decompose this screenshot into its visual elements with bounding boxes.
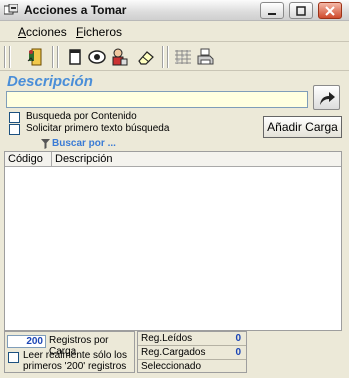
redo-arrow-icon <box>319 91 335 105</box>
window-title: Acciones a Tomar <box>24 3 127 17</box>
toolbar-separator <box>162 46 164 68</box>
column-divider[interactable] <box>51 152 52 167</box>
column-header-description[interactable]: Descripción <box>55 153 112 165</box>
toolbar-separator <box>167 46 169 68</box>
new-document-button[interactable] <box>64 47 86 67</box>
request-text-first-checkbox[interactable] <box>9 124 20 135</box>
printer-icon <box>197 48 214 65</box>
toolbar-separator <box>4 46 6 68</box>
search-by-link[interactable]: Buscar por ... <box>52 138 116 149</box>
request-text-first-label: Solicitar primero texto búsqueda <box>26 123 170 134</box>
stat-label: Seleccionado <box>141 361 202 372</box>
toolbar-separator <box>57 46 59 68</box>
print-button[interactable] <box>194 47 216 67</box>
stats-panel: Reg.Leídos 0 Reg.Cargados 0 Seleccionado <box>137 331 247 373</box>
minimize-icon <box>268 12 276 15</box>
add-load-button[interactable]: Añadir Carga <box>263 116 342 138</box>
load-settings-panel: 200 Registros por Carga Leer realmente s… <box>4 331 135 373</box>
content-search-label: Busqueda por Contenido <box>26 111 137 122</box>
grid-icon <box>175 50 191 64</box>
maximize-button[interactable] <box>289 2 313 19</box>
user-button[interactable] <box>108 47 130 67</box>
erase-button[interactable] <box>135 47 157 67</box>
menu-bar: Acciones Ficheros <box>0 21 349 42</box>
menu-acciones[interactable]: Acciones <box>18 25 67 39</box>
toolbar <box>0 43 349 71</box>
toolbar-separator <box>52 46 54 68</box>
close-icon <box>325 5 335 16</box>
stat-value: 0 <box>235 333 241 344</box>
description-input[interactable] <box>6 91 308 108</box>
results-table[interactable]: Código Descripción <box>4 151 342 331</box>
stat-value: 0 <box>235 347 241 358</box>
minimize-button[interactable] <box>260 2 284 19</box>
exit-button[interactable] <box>23 47 45 67</box>
read-limit-checkbox[interactable] <box>8 352 19 363</box>
exit-door-icon <box>27 48 42 66</box>
search-go-button[interactable] <box>313 85 340 110</box>
stat-row-loaded: Reg.Cargados 0 <box>138 346 246 360</box>
person-icon <box>112 48 128 66</box>
read-limit-label: Leer realmente sólo los primeros '200' re… <box>23 350 127 372</box>
eraser-icon <box>138 51 154 65</box>
filter-funnel-icon <box>41 139 50 149</box>
menu-ficheros[interactable]: Ficheros <box>76 25 122 39</box>
records-per-load-input[interactable]: 200 <box>7 335 46 348</box>
title-bar[interactable]: Acciones a Tomar <box>0 0 349 21</box>
document-icon <box>69 49 81 65</box>
close-button[interactable] <box>318 2 342 19</box>
view-eye-icon <box>88 50 106 64</box>
content-search-checkbox[interactable] <box>9 112 20 123</box>
table-header: Código Descripción <box>5 152 341 167</box>
column-header-code[interactable]: Código <box>8 153 43 165</box>
stat-row-read: Reg.Leídos 0 <box>138 332 246 346</box>
toolbar-separator <box>9 46 11 68</box>
maximize-icon <box>296 5 306 16</box>
stat-row-selected: Seleccionado <box>138 360 246 374</box>
stat-label: Reg.Cargados <box>141 347 206 358</box>
description-title: Descripción <box>7 73 93 90</box>
grid-button[interactable] <box>172 47 194 67</box>
stat-label: Reg.Leídos <box>141 333 193 344</box>
app-icon <box>4 4 18 15</box>
view-button[interactable] <box>86 47 108 67</box>
